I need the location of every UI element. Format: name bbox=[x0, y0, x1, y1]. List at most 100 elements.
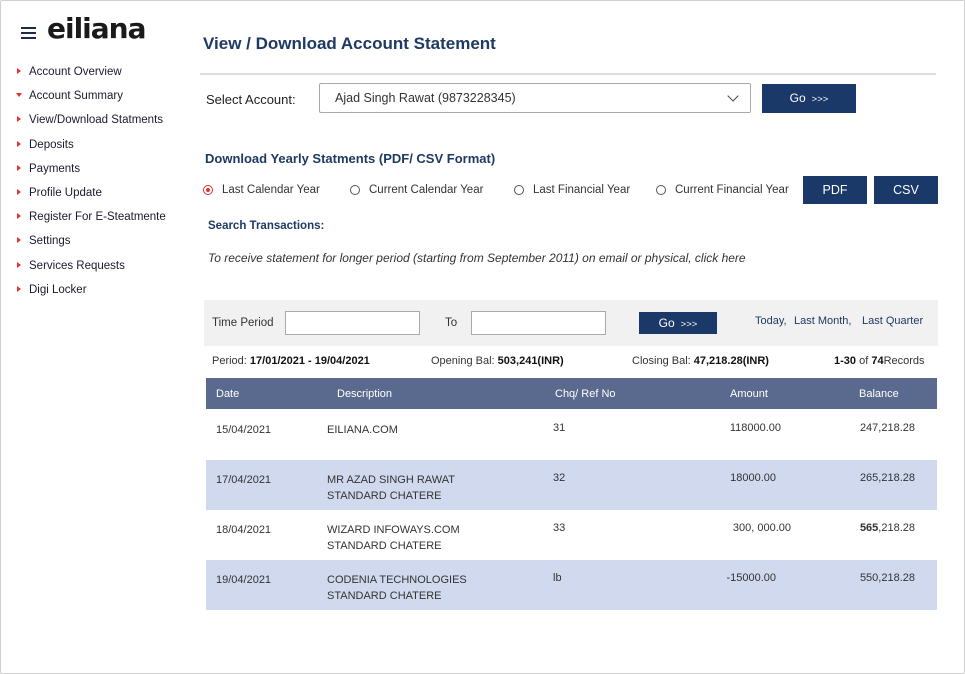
cell-balance: 265,218.28 bbox=[860, 470, 915, 486]
quick-link-today[interactable]: Today, bbox=[755, 315, 787, 327]
radio-icon bbox=[514, 185, 524, 195]
sidebar-item-profile-update[interactable]: Profile Update bbox=[16, 185, 166, 209]
account-select[interactable]: Ajad Singh Rawat (9873228345) bbox=[319, 83, 751, 113]
records-suffix: Records bbox=[883, 355, 925, 367]
radio-label: Last Financial Year bbox=[533, 184, 631, 196]
hamburger-menu-icon[interactable] bbox=[21, 27, 36, 39]
table-row: 17/04/2021 MR AZAD SINGH RAWAT STANDARD … bbox=[206, 460, 937, 510]
csv-button[interactable]: CSV bbox=[874, 176, 938, 204]
cell-balance-rest: 550,218.28 bbox=[859, 572, 915, 584]
chevron-right-icon bbox=[17, 261, 21, 268]
cell-date: 19/04/2021 bbox=[216, 574, 272, 586]
radio-label: Current Calendar Year bbox=[369, 184, 484, 196]
chevron-down-icon bbox=[727, 90, 739, 102]
chevron-right-icon bbox=[17, 285, 21, 292]
brand-logo[interactable]: eiliana bbox=[47, 12, 147, 45]
sidebar-item-label: Account Overview bbox=[29, 66, 122, 78]
sidebar-item-label: Profile Update bbox=[29, 186, 102, 199]
to-label: To bbox=[445, 317, 458, 329]
column-header-balance: Balance bbox=[859, 388, 899, 400]
cell-ref: 31 bbox=[553, 422, 566, 434]
cell-balance-rest: 247,218.28 bbox=[859, 422, 915, 434]
cell-balance: 565,218.28 bbox=[860, 520, 915, 536]
select-account-label: Select Account: bbox=[206, 92, 296, 107]
go-arrows: >>> bbox=[680, 319, 698, 330]
page-title: View / Download Account Statement bbox=[203, 34, 496, 53]
table-row: 19/04/2021 CODENIA TECHNOLOGIES STANDARD… bbox=[206, 560, 937, 610]
period-summary: Period: 17/01/2021 - 19/04/2021 bbox=[212, 355, 370, 367]
chevron-right-icon bbox=[17, 164, 21, 171]
records-count: 1-30 of 74Records bbox=[834, 355, 925, 367]
cell-ref: 33 bbox=[553, 522, 566, 534]
sidebar-item-label: Settings bbox=[29, 235, 71, 248]
from-date-input[interactable] bbox=[285, 311, 420, 335]
column-header-ref: Chq/ Ref No bbox=[555, 388, 616, 400]
sidebar-item-payments[interactable]: Payments bbox=[16, 161, 166, 185]
cell-ref: lb bbox=[553, 572, 562, 584]
period-value: 17/01/2021 - 19/04/2021 bbox=[249, 355, 370, 367]
sidebar-item-label: View/Download Statments bbox=[29, 114, 164, 127]
chevron-right-icon bbox=[17, 188, 21, 195]
cell-balance: 247,218.28 bbox=[860, 420, 915, 436]
cell-description-line2: STANDARD CHATERE bbox=[327, 540, 442, 552]
chevron-right-icon bbox=[17, 140, 21, 147]
divider bbox=[200, 73, 936, 75]
search-go-button[interactable]: Go >>> bbox=[639, 312, 717, 334]
cell-description-line2: STANDARD CHATERE bbox=[327, 590, 442, 602]
sidebar-item-label: Deposits bbox=[29, 138, 74, 151]
sidebar-item-deposits[interactable]: Deposits bbox=[16, 137, 166, 161]
cell-date: 18/04/2021 bbox=[216, 524, 272, 536]
opening-balance-summary: Opening Bal: 503,241(INR) bbox=[431, 355, 564, 367]
quick-link-last-quarter[interactable]: Last Quarter bbox=[862, 315, 923, 327]
sidebar-item-label: Digi Locker bbox=[29, 283, 87, 296]
cell-description: EILIANA.COM bbox=[327, 424, 398, 436]
sidebar-item-account-overview[interactable]: Account Overview bbox=[16, 64, 166, 88]
search-transactions-title: Search Transactions: bbox=[208, 220, 325, 232]
sidebar-item-label: Payments bbox=[29, 162, 81, 175]
chevron-right-icon bbox=[17, 68, 21, 74]
records-of: of bbox=[859, 355, 869, 367]
closing-balance-value: 47,218.28(INR) bbox=[693, 355, 769, 367]
to-date-input[interactable] bbox=[471, 311, 606, 335]
sidebar-item-label: Account Summary bbox=[29, 90, 123, 103]
radio-label: Last Calendar Year bbox=[222, 184, 320, 196]
chevron-down-icon bbox=[16, 93, 22, 98]
cell-balance-bold: 565 bbox=[859, 522, 879, 534]
closing-balance-label: Closing Bal: bbox=[632, 355, 691, 367]
sidebar-item-label: Services Requests bbox=[29, 259, 125, 272]
account-go-button[interactable]: Go >>> bbox=[762, 84, 856, 113]
cell-description: WIZARD INFOWAYS.COM bbox=[327, 524, 460, 536]
go-label: Go bbox=[658, 316, 675, 330]
pdf-button[interactable]: PDF bbox=[803, 176, 867, 204]
sidebar-item-settings[interactable]: Settings bbox=[16, 233, 166, 257]
table-row: 15/04/2021 EILIANA.COM 31 118000.00 247,… bbox=[206, 410, 937, 460]
cell-ref: 32 bbox=[553, 472, 566, 484]
column-header-amount: Amount bbox=[730, 388, 768, 400]
records-total: 74 bbox=[871, 355, 884, 367]
time-period-label: Time Period bbox=[212, 317, 274, 329]
chevron-right-icon bbox=[17, 237, 21, 244]
sidebar-item-view-download-statements[interactable]: View/Download Statments bbox=[16, 112, 166, 136]
sidebar-item-digi-locker[interactable]: Digi Locker bbox=[16, 282, 166, 306]
cell-balance-rest: 265,218.28 bbox=[859, 472, 915, 484]
sidebar-item-services-requests[interactable]: Services Requests bbox=[16, 258, 166, 282]
cell-amount: 118000.00 bbox=[729, 422, 781, 434]
logo-text: eiliana bbox=[47, 12, 147, 45]
longer-period-notice-link[interactable]: To receive statement for longer period (… bbox=[208, 251, 746, 265]
sidebar-item-register-e-statement[interactable]: Register For E-Steatmente bbox=[16, 209, 166, 233]
quick-link-last-month[interactable]: Last Month, bbox=[794, 315, 851, 327]
chevron-right-icon bbox=[17, 213, 21, 220]
records-range: 1-30 bbox=[834, 355, 857, 367]
sidebar-item-account-summary[interactable]: Account Summary bbox=[16, 88, 166, 112]
opening-balance-label: Opening Bal: bbox=[431, 355, 495, 367]
go-label: Go bbox=[789, 91, 806, 105]
table-row: 18/04/2021 WIZARD INFOWAYS.COM STANDARD … bbox=[206, 510, 937, 560]
cell-balance: 550,218.28 bbox=[860, 570, 915, 586]
radio-selected-icon bbox=[203, 185, 213, 195]
closing-balance-summary: Closing Bal: 47,218.28(INR) bbox=[632, 355, 769, 367]
radio-icon bbox=[350, 185, 360, 195]
period-label: Period: bbox=[212, 355, 247, 367]
cell-date: 15/04/2021 bbox=[216, 424, 272, 436]
cell-amount: -15000.00 bbox=[726, 572, 776, 584]
cell-description: MR AZAD SINGH RAWAT bbox=[327, 474, 455, 486]
